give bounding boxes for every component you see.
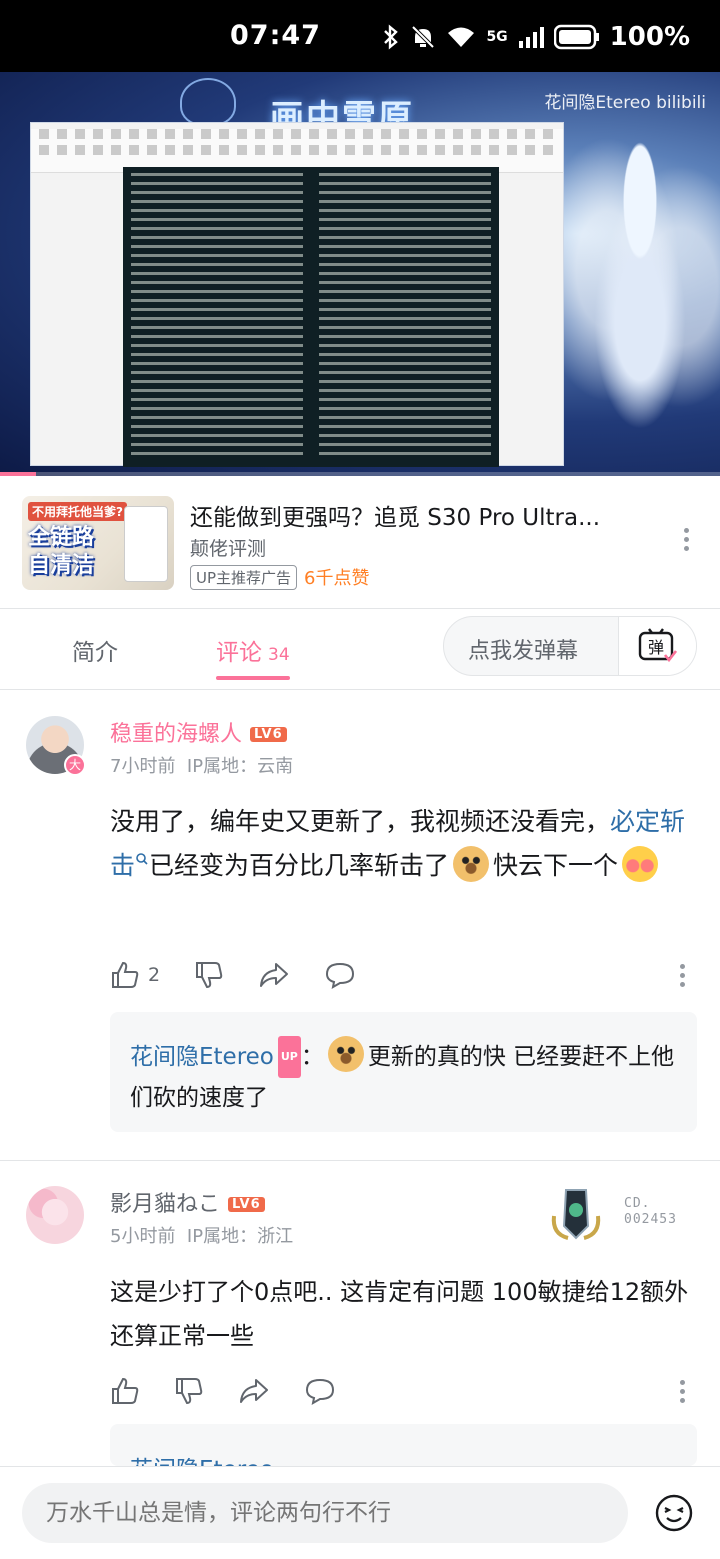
comment-text: 这是少打了个0点吧.. 这肯定有问题 100敏捷给12额外还算正常一些	[110, 1278, 689, 1350]
comment-meta: 5小时前 IP属地：浙江	[110, 1222, 293, 1248]
level-badge: LV6	[250, 727, 287, 742]
reply-button[interactable]	[324, 960, 356, 990]
dislike-button[interactable]	[174, 1376, 204, 1406]
comment-actions: 2	[110, 958, 390, 992]
embedded-document-window	[30, 122, 564, 467]
tab-comments-label: 评论	[216, 640, 262, 666]
ad-title[interactable]: 还能做到更强吗？追觅 S30 Pro Ultra...	[190, 498, 650, 532]
reply-preview[interactable]: 花间隐Etereo UP：更新的真的快 已经要赶不上他们砍的速度了	[110, 1012, 697, 1132]
ad-tag: UP主推荐广告	[190, 565, 298, 590]
search-icon	[136, 853, 148, 865]
danmaku-input[interactable]: 点我发弹幕 弹	[443, 616, 697, 676]
reply-content: 花间隐Etereo UP：更新的真的快 已经要赶不上他们砍的速度了	[130, 1036, 680, 1118]
comment-username[interactable]: 稳重的海螺人 LV6	[110, 716, 287, 748]
doge-emoji-icon	[327, 1036, 364, 1072]
comment-content: 没用了，编年史又更新了，我视频还没看完，必定斩击 已经变为百分比几率斩击了 快云下一…	[110, 800, 700, 888]
share-button[interactable]	[238, 1376, 270, 1406]
reply-username[interactable]: 花间隐Etereo	[130, 1457, 274, 1466]
battery-icon	[553, 24, 599, 50]
ad-more-icon[interactable]	[682, 528, 690, 556]
comment-location: IP属地：云南	[186, 756, 294, 777]
share-icon	[240, 1379, 268, 1403]
comment-content: 这是少打了个0点吧.. 这肯定有问题 100敏捷给12额外还算正常一些	[110, 1270, 700, 1358]
comment-text: 没用了，编年史又更新了，我视频还没看完，	[110, 807, 611, 836]
comment-meta: 7小时前 IP属地：云南	[110, 752, 293, 778]
ad-thumb-text: 全链路 自清洁	[28, 525, 95, 578]
document-column-left	[131, 173, 303, 459]
tab-comments[interactable]: 评论 34	[216, 633, 290, 667]
comment-input-bar	[0, 1466, 720, 1559]
signal-icon	[518, 27, 544, 48]
mute-icon	[412, 25, 435, 49]
share-icon	[260, 963, 289, 987]
danmaku-glyph: 弹	[648, 638, 664, 657]
character-artwork	[560, 132, 720, 476]
comment-username[interactable]: 影月貓ねこ LV6	[110, 1186, 265, 1218]
comment-location: IP属地：浙江	[186, 1226, 294, 1247]
recommended-ad-card[interactable]: 不用拜托他当爹? 全链路 自清洁 还能做到更强吗？追觅 S30 Pro Ultra…	[0, 476, 720, 608]
like-button[interactable]	[110, 1376, 140, 1406]
comment-text: 已经变为百分比几率斩击了	[149, 851, 450, 880]
comment-actions	[110, 1374, 370, 1408]
network-type: 5G	[486, 29, 508, 45]
thumbs-down-icon	[176, 1378, 203, 1405]
comment-time: 7小时前	[110, 756, 176, 777]
like-count: 2	[148, 964, 161, 986]
reply-preview[interactable]: 花间隐Etereo	[110, 1424, 697, 1466]
reply-content: 花间隐Etereo	[130, 1450, 680, 1466]
dislike-button[interactable]	[194, 960, 224, 990]
danmaku-toggle-button[interactable]: 弹	[618, 617, 696, 675]
avatar-badge: 大	[64, 754, 86, 776]
wifi-icon	[448, 27, 475, 47]
robot-vacuum-image	[124, 506, 168, 582]
status-time: 07:47	[230, 20, 321, 51]
comment-bubble-icon	[326, 962, 355, 989]
comment-more-icon[interactable]	[680, 1380, 686, 1407]
status-icons: 5G 100%	[382, 22, 690, 52]
danmaku-placeholder: 点我发弹幕	[468, 639, 579, 664]
video-player[interactable]: 画中雪原 花间隐Etereo bilibili	[0, 72, 720, 476]
game-emblem-icon	[180, 78, 236, 126]
tab-intro[interactable]: 简介	[72, 633, 118, 667]
comment-divider	[0, 1160, 720, 1161]
avatar[interactable]	[26, 1186, 84, 1244]
ad-author[interactable]: 颠佬评测	[190, 534, 266, 561]
doge-emoji-icon	[453, 846, 490, 882]
tab-active-indicator	[216, 676, 290, 680]
reply-colon: ：	[300, 1044, 324, 1070]
comment-more-icon[interactable]	[680, 964, 686, 991]
ad-thumbnail[interactable]: 不用拜托他当爹? 全链路 自清洁	[22, 496, 174, 590]
fan-medal-icon[interactable]	[548, 1186, 604, 1242]
comment-username-text: 稳重的海螺人	[110, 722, 243, 747]
comment-username-text: 影月貓ねこ	[110, 1192, 221, 1217]
emoji-icon[interactable]	[654, 1493, 694, 1533]
thumbs-down-icon	[196, 962, 223, 989]
level-badge: LV6	[228, 1197, 265, 1212]
comment-time: 5小时前	[110, 1226, 176, 1247]
tab-comments-count: 34	[268, 645, 290, 665]
comment-bubble-icon	[305, 1378, 335, 1405]
status-bar: 07:47 5G 100%	[0, 0, 720, 72]
share-button[interactable]	[258, 960, 290, 990]
fan-medal-text: CD. 002453	[624, 1196, 677, 1227]
thumbs-up-icon	[112, 1377, 139, 1404]
thumbs-up-icon	[112, 961, 139, 988]
like-button[interactable]: 2	[110, 960, 160, 990]
reply-button[interactable]	[304, 1376, 336, 1406]
ad-thumb-badge: 不用拜托他当爹?	[28, 502, 127, 521]
battery-percent: 100%	[609, 22, 690, 52]
bluetooth-icon	[384, 24, 399, 50]
document-column-right	[319, 173, 491, 459]
up-badge: UP	[277, 1036, 301, 1078]
video-watermark: 花间隐Etereo bilibili	[544, 93, 706, 113]
ad-likes: 6千点赞	[304, 568, 370, 589]
comment-text: 快云下一个	[493, 851, 619, 880]
danmaku-icon: 弹	[638, 628, 677, 663]
blush-emoji-icon	[622, 846, 659, 882]
document-page	[123, 167, 499, 467]
reply-username[interactable]: 花间隐Etereo	[130, 1044, 274, 1070]
comment-input[interactable]	[22, 1483, 628, 1543]
